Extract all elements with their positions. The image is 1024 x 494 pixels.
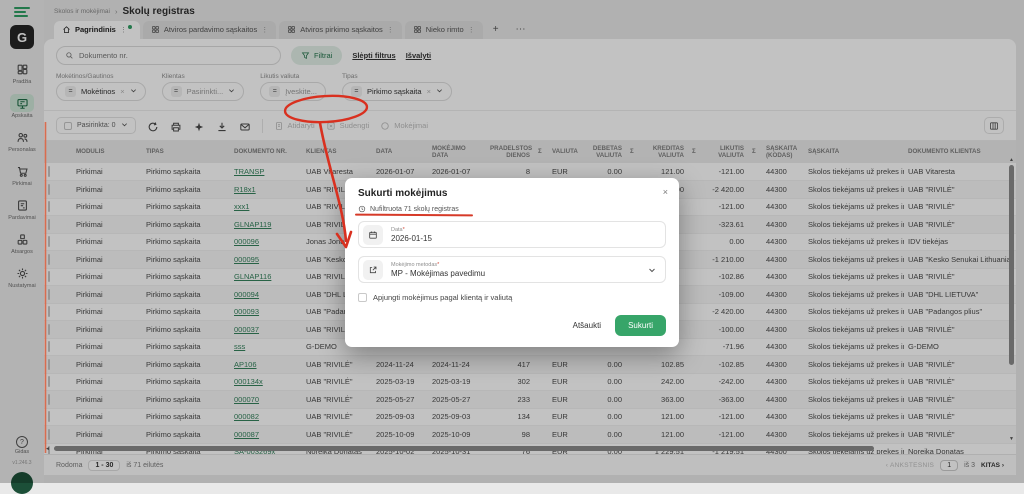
date-field[interactable]: Data* 2026-01-15 bbox=[358, 221, 666, 248]
annotation-underline bbox=[355, 214, 473, 217]
payment-method-field[interactable]: Mokėjimo metodas* MP - Mokėjimas pavedim… bbox=[358, 256, 666, 283]
merge-payments-checkbox[interactable] bbox=[358, 293, 367, 302]
chevron-down-icon bbox=[648, 261, 656, 279]
merge-payments-checkbox-row[interactable]: Apjungti mokėjimus pagal klientą ir vali… bbox=[358, 293, 666, 302]
cancel-button[interactable]: Atšaukti bbox=[573, 321, 601, 330]
merge-payments-label: Apjungti mokėjimus pagal klientą ir vali… bbox=[373, 293, 512, 302]
clock-icon bbox=[358, 205, 366, 213]
payment-method-value: MP - Mokėjimas pavedimu bbox=[391, 269, 485, 278]
create-payments-modal: Sukurti mokėjimus × Nufiltruota 71 skolų… bbox=[345, 178, 679, 347]
modal-actions: Atšaukti Sukurti bbox=[358, 315, 666, 336]
calendar-icon bbox=[363, 225, 383, 245]
external-link-icon bbox=[363, 260, 383, 280]
payment-method-label: Mokėjimo metodas* bbox=[391, 262, 485, 268]
date-field-label: Data* bbox=[391, 227, 432, 233]
filtered-count-label: Nufiltruota 71 skolų registras bbox=[370, 206, 459, 213]
modal-title: Sukurti mokėjimus bbox=[358, 188, 666, 199]
date-field-value: 2026-01-15 bbox=[391, 234, 432, 243]
create-button[interactable]: Sukurti bbox=[615, 315, 666, 336]
close-icon[interactable]: × bbox=[663, 187, 668, 197]
filtered-count-info: Nufiltruota 71 skolų registras bbox=[358, 205, 459, 213]
